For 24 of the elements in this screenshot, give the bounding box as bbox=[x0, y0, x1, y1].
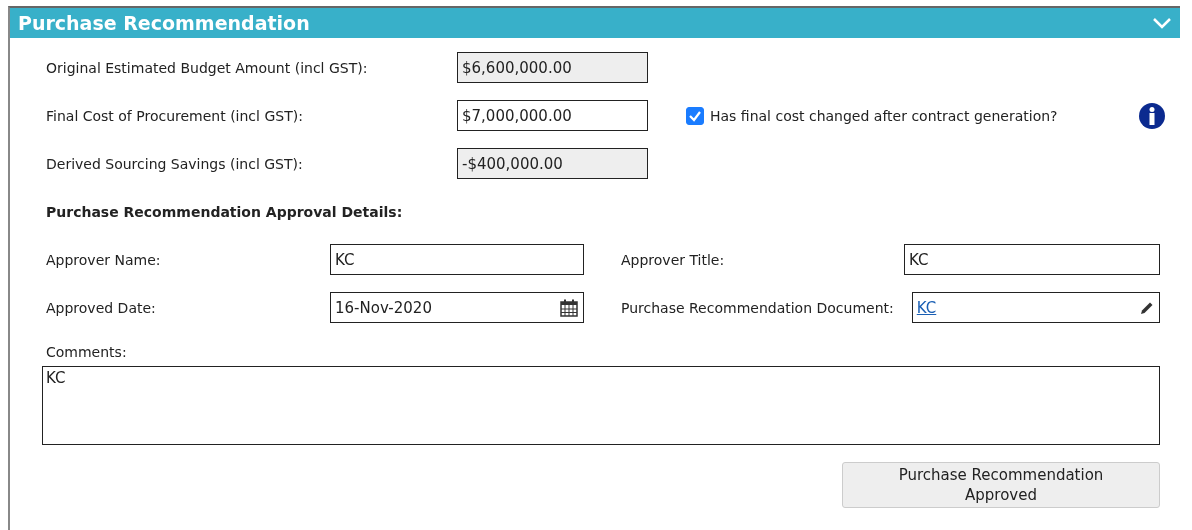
field-label: Approver Name: bbox=[46, 251, 162, 268]
input-field[interactable]: KC bbox=[904, 244, 1160, 275]
checkbox-label: Has final cost changed after contract generation? bbox=[710, 107, 1058, 124]
panel-title: Purchase Recommendation bbox=[18, 12, 310, 34]
input-field[interactable]: $7,000,000.00 bbox=[457, 100, 648, 131]
field-label: Original Estimated Budget Amount (incl GST): bbox=[46, 59, 369, 76]
field-label: Derived Sourcing Savings (incl GST): bbox=[46, 155, 304, 172]
info-icon[interactable] bbox=[1138, 101, 1166, 130]
comments-field[interactable]: KC bbox=[42, 366, 1160, 445]
chevron-down-icon[interactable] bbox=[1152, 16, 1172, 30]
input-field[interactable]: -$400,000.00 bbox=[457, 148, 648, 179]
input-field[interactable]: $6,600,000.00 bbox=[457, 52, 648, 83]
field-label: Approver Title: bbox=[621, 251, 726, 268]
field-label: Approved Date: bbox=[46, 299, 157, 316]
section-heading: Purchase Recommendation Approval Details: bbox=[46, 202, 404, 222]
field-label: Purchase Recommendation Document: bbox=[621, 299, 894, 316]
checkbox[interactable] bbox=[686, 106, 704, 125]
input-field[interactable]: KC bbox=[330, 244, 584, 275]
date-field[interactable]: 16-Nov-2020 bbox=[330, 292, 584, 323]
calendar-icon[interactable] bbox=[559, 297, 579, 318]
field-label: Comments: bbox=[46, 344, 127, 360]
document-link[interactable]: KC bbox=[916, 298, 937, 317]
field-label: Final Cost of Procurement (incl GST): bbox=[46, 107, 304, 124]
approve-button[interactable]: Purchase Recommendation Approved bbox=[842, 462, 1160, 508]
